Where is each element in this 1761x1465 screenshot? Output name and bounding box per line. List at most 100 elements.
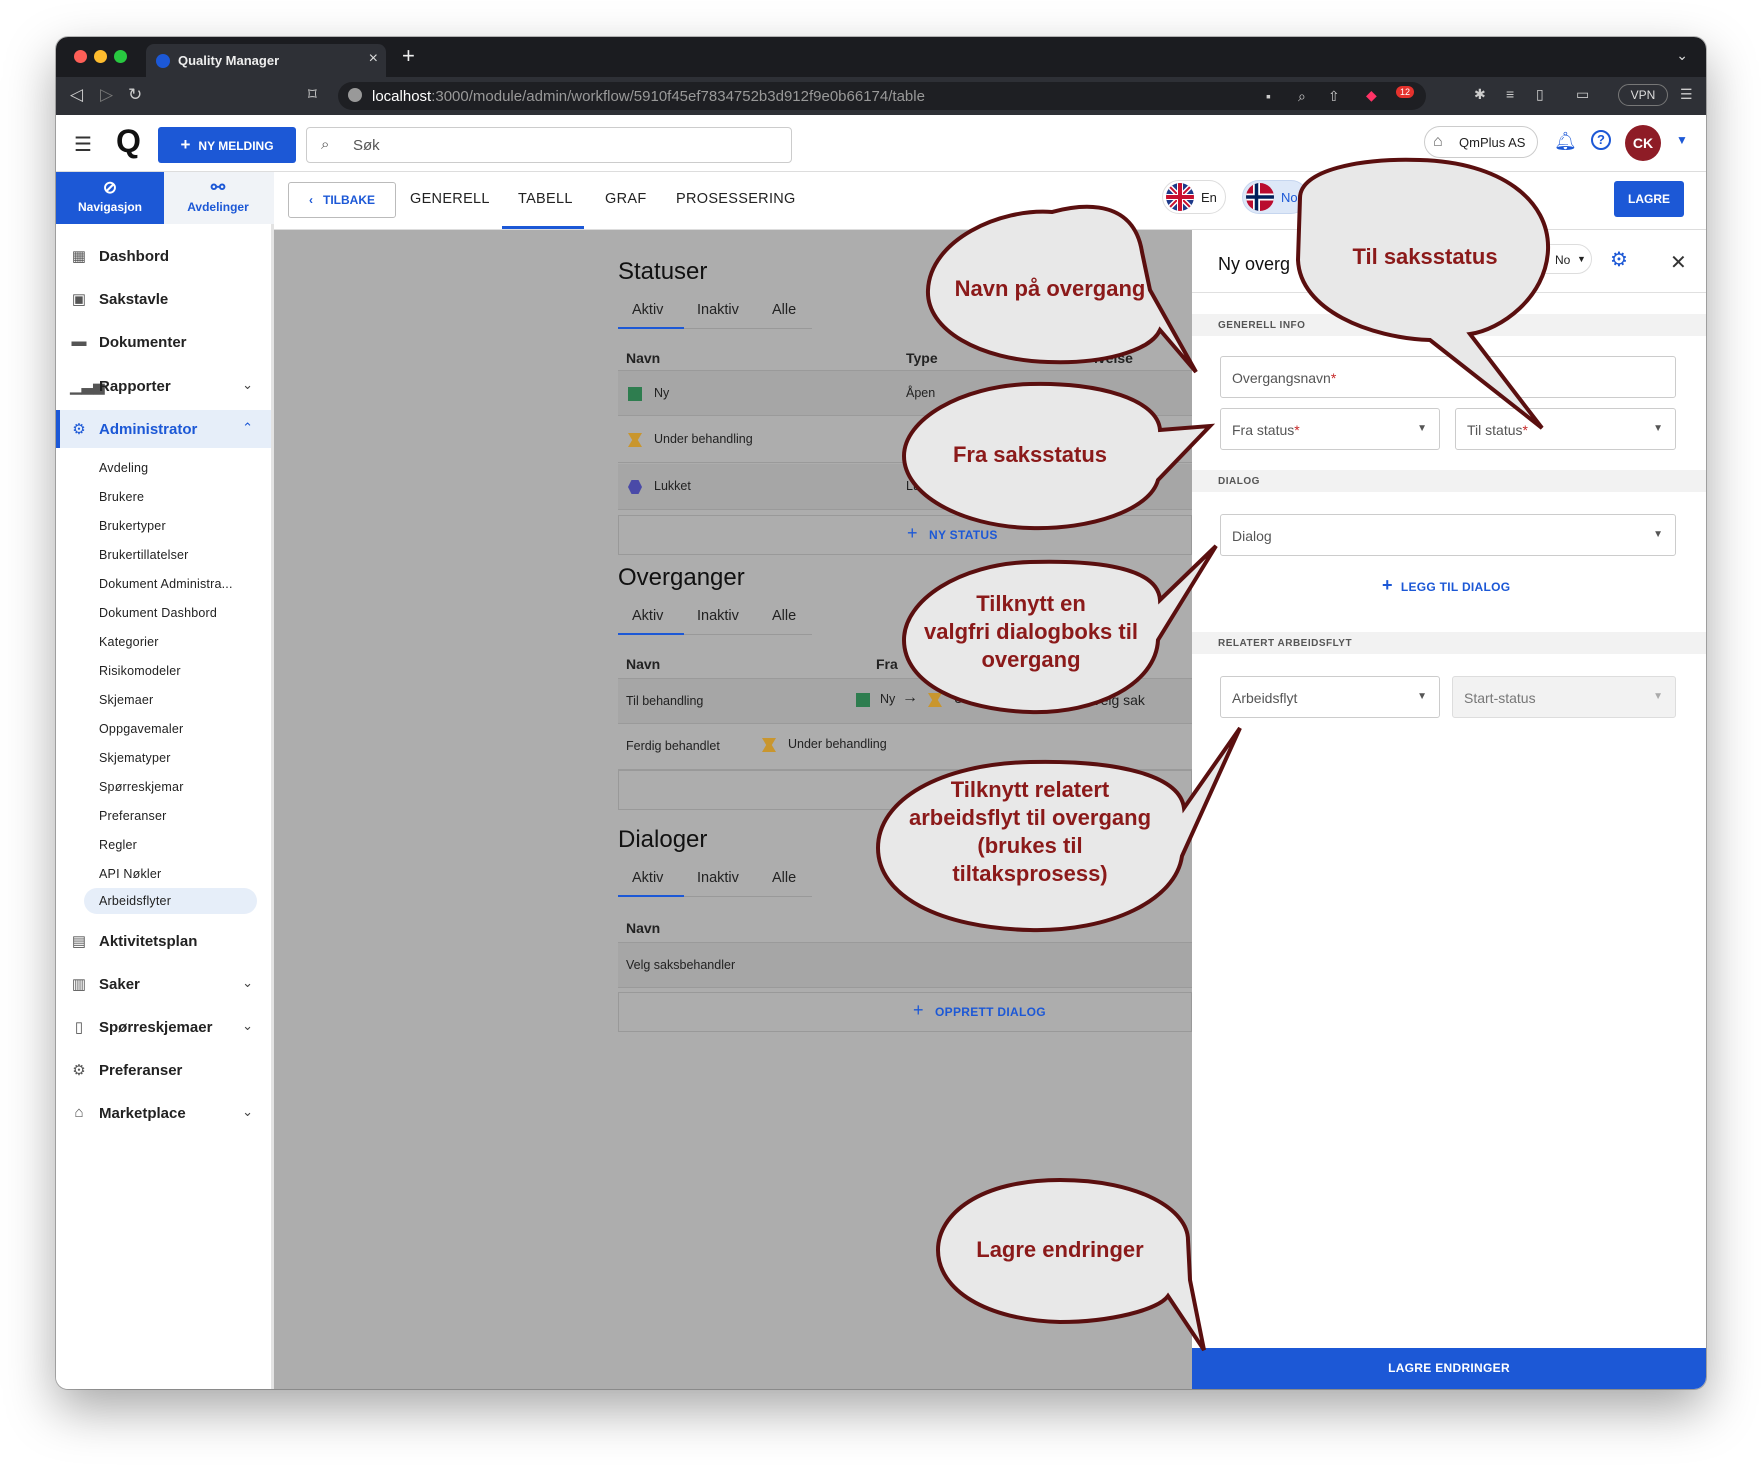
sidebar-sub-brukertyper[interactable]: Brukertyper <box>99 519 166 533</box>
search-input[interactable]: ⌕ Søk <box>306 127 792 163</box>
table-row[interactable]: Ny Åpen <box>618 370 1192 416</box>
transition-name-input[interactable]: Overgangsnavn* <box>1220 356 1676 398</box>
sidebar-sub-oppgavemaler[interactable]: Oppgavemaler <box>99 722 183 736</box>
sidebar-sub-arbeidsflyter[interactable]: Arbeidsflyter <box>84 888 257 914</box>
bell-icon[interactable]: 🔔︎ <box>1554 131 1577 152</box>
statuses-tab-alle[interactable]: Alle <box>772 302 796 318</box>
sidebar-item-dashbord[interactable]: ▦ Dashbord <box>56 237 271 275</box>
wallet-icon[interactable]: ▭ <box>1576 86 1589 103</box>
sidebar-item-saker[interactable]: ▥ Saker ⌄ <box>56 965 271 1003</box>
tab-prosessering[interactable]: PROSESSERING <box>676 191 796 207</box>
sidebar-sub-regler[interactable]: Regler <box>99 838 137 852</box>
sidebar-toggle-icon[interactable]: ▯ <box>1536 86 1544 103</box>
sidebar-sub-skjemaer[interactable]: Skjemaer <box>99 693 153 707</box>
section-general-info: GENERELL INFO <box>1192 314 1706 336</box>
sidebar-item-preferanser[interactable]: ⚙ Preferanser <box>56 1051 271 1089</box>
back-button[interactable]: ‹ TILBAKE <box>288 182 396 218</box>
extensions-icon[interactable]: ✱ <box>1474 86 1486 103</box>
panel-language-select[interactable]: No ▼ <box>1532 244 1592 274</box>
sidebar-item-administrator[interactable]: ⚙ Administrator ⌃ <box>56 410 271 448</box>
table-row[interactable]: Ferdig behandlet Under behandling <box>618 724 1192 770</box>
avatar[interactable]: CK <box>1625 125 1661 161</box>
statuses-tab-aktiv[interactable]: Aktiv <box>632 302 663 318</box>
minimize-window-button[interactable] <box>94 50 107 63</box>
brave-shield-icon[interactable]: ◆ <box>1366 87 1377 104</box>
help-icon[interactable]: ? <box>1591 130 1611 150</box>
to-status-select[interactable]: Til status* ▼ <box>1455 408 1676 450</box>
transitions-tab-alle[interactable]: Alle <box>772 608 796 624</box>
site-info-icon[interactable] <box>348 88 362 102</box>
sidebar-sub-sporreskjemar[interactable]: Spørreskjemar <box>99 780 184 794</box>
sidebar-item-sakstavle[interactable]: ▣ Sakstavle <box>56 280 271 318</box>
sidebar-sub-brukertillatelser[interactable]: Brukertillatelser <box>99 548 189 562</box>
table-row[interactable]: Lukket Lu <box>618 464 1192 510</box>
reload-icon[interactable]: ↻ <box>128 85 142 105</box>
dialogs-tab-aktiv[interactable]: Aktiv <box>632 870 663 886</box>
settings-gear-icon[interactable]: ⚙ <box>1324 185 1342 210</box>
new-status-button[interactable]: + NY STATUS <box>618 515 1192 555</box>
from-status-select[interactable]: Fra status* ▼ <box>1220 408 1440 450</box>
forward-icon[interactable]: ▷ <box>100 85 113 105</box>
workflow-select[interactable]: Arbeidsflyt ▼ <box>1220 676 1440 718</box>
playlist-icon[interactable]: ≡ <box>1506 86 1514 102</box>
bookmark-icon[interactable]: ⌑ <box>308 85 317 105</box>
table-row[interactable]: Velg saksbehandler <box>618 942 1192 988</box>
chevron-down-icon[interactable]: ⌄ <box>1676 47 1688 64</box>
sidebar-sub-dokument-dashbord[interactable]: Dokument Dashbord <box>99 606 217 620</box>
dialog-name: Velg saksbehandler <box>626 958 736 972</box>
new-message-button[interactable]: + NY MELDING <box>158 127 296 163</box>
sidebar-sub-avdeling[interactable]: Avdeling <box>99 461 148 475</box>
sidebar-sub-dokument-administrasjon[interactable]: Dokument Administra... <box>99 577 233 591</box>
sidebar-item-marketplace[interactable]: ⌂ Marketplace ⌄ <box>56 1094 271 1132</box>
sidebar-sub-risikomodeler[interactable]: Risikomodeler <box>99 664 181 678</box>
camera-icon[interactable]: ▪ <box>1266 88 1271 104</box>
dialog-select[interactable]: Dialog ▼ <box>1220 514 1676 556</box>
transitions-tab-inaktiv[interactable]: Inaktiv <box>697 608 739 624</box>
save-button[interactable]: LAGRE <box>1614 181 1684 217</box>
sidebar-item-dokumenter[interactable]: ▬ Dokumenter <box>56 323 271 361</box>
add-dialog-button[interactable]: + LEGG TIL DIALOG <box>1382 575 1510 596</box>
close-tab-icon[interactable]: × <box>369 50 378 68</box>
vpn-button[interactable]: VPN <box>1618 84 1668 106</box>
maximize-window-button[interactable] <box>114 50 127 63</box>
language-en-button[interactable]: En <box>1162 180 1226 214</box>
sidebar-item-aktivitetsplan[interactable]: ▤ Aktivitetsplan <box>56 922 271 960</box>
tab-navigation[interactable]: ⊘ Navigasjon <box>56 172 164 224</box>
sidebar-sub-api-nokler[interactable]: API Nøkler <box>99 867 161 881</box>
create-dialog-button[interactable]: + OPPRETT DIALOG <box>618 992 1192 1032</box>
statuses-tab-inaktiv[interactable]: Inaktiv <box>697 302 739 318</box>
share-icon[interactable]: ⇧ <box>1328 88 1340 105</box>
dialogs-tab-inaktiv[interactable]: Inaktiv <box>697 870 739 886</box>
caret-down-icon[interactable]: ▼ <box>1676 133 1688 147</box>
sidebar-sub-brukere[interactable]: Brukere <box>99 490 144 504</box>
address-bar[interactable]: localhost:3000/module/admin/workflow/591… <box>338 82 1426 110</box>
sidebar-item-rapporter[interactable]: ▁▃▅ Rapporter ⌄ <box>56 367 271 405</box>
sidebar-sub-skjematyper[interactable]: Skjematyper <box>99 751 171 765</box>
save-changes-button[interactable]: LAGRE ENDRINGER <box>1192 1348 1706 1389</box>
menu-icon[interactable]: ☰ <box>1680 86 1693 103</box>
plus-icon: + <box>180 135 191 154</box>
rewards-badge[interactable]: 12 <box>1396 86 1415 98</box>
browser-tab[interactable]: Quality Manager × <box>146 44 386 77</box>
tab-departments[interactable]: ⚯ Avdelinger <box>164 172 272 224</box>
language-no-button[interactable]: No <box>1242 180 1308 214</box>
tab-tabell[interactable]: TABELL <box>518 191 573 207</box>
table-row[interactable]: Til behandling Ny → Under behandling ▤ V… <box>618 678 1192 724</box>
company-selector[interactable]: ⌂ QmPlus AS <box>1424 126 1538 158</box>
sidebar-sub-kategorier[interactable]: Kategorier <box>99 635 159 649</box>
close-icon[interactable]: ✕ <box>1670 250 1687 275</box>
hamburger-icon[interactable]: ☰ <box>74 132 92 157</box>
back-icon[interactable]: ◁ <box>70 85 83 105</box>
new-tab-icon[interactable]: + <box>402 43 415 69</box>
tab-generell[interactable]: GENERELL <box>410 191 490 207</box>
transitions-tab-aktiv[interactable]: Aktiv <box>632 608 663 624</box>
qmplus-logo[interactable]: Q <box>116 125 146 157</box>
panel-settings-gear-icon[interactable]: ⚙ <box>1610 247 1628 272</box>
start-status-select[interactable]: Start-status ▼ <box>1452 676 1676 718</box>
zoom-icon[interactable]: ⌕ <box>1298 88 1306 105</box>
dialogs-tab-alle[interactable]: Alle <box>772 870 796 886</box>
tab-graf[interactable]: GRAF <box>605 191 646 207</box>
close-window-button[interactable] <box>74 50 87 63</box>
sidebar-sub-preferanser[interactable]: Preferanser <box>99 809 167 823</box>
sidebar-item-sporreskjemaer[interactable]: ▯ Spørreskjemaer ⌄ <box>56 1008 271 1046</box>
